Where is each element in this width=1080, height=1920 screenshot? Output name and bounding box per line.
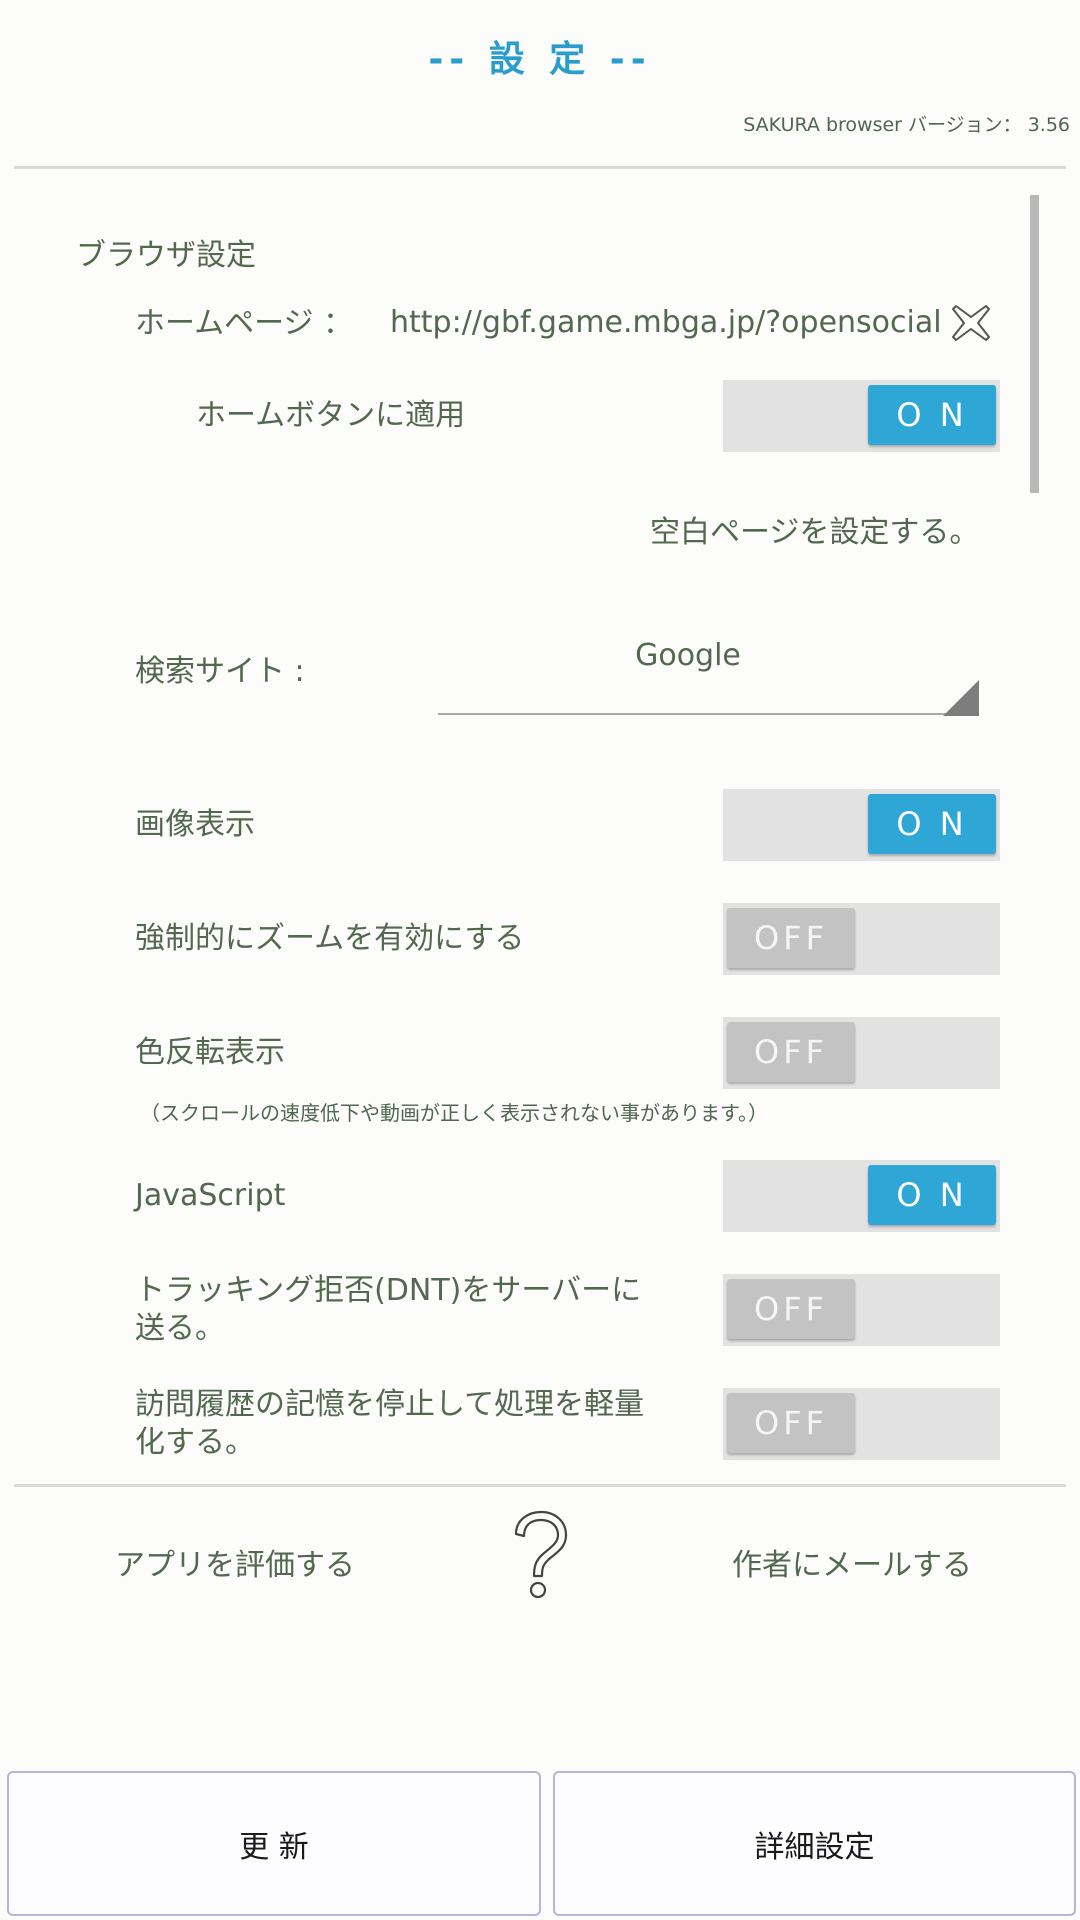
- dnt-toggle[interactable]: OFF: [723, 1274, 1000, 1346]
- force-zoom-toggle[interactable]: OFF: [723, 903, 1000, 975]
- toggle-knob: O N: [868, 385, 996, 445]
- history-toggle[interactable]: OFF: [723, 1388, 1000, 1460]
- search-site-underline: [438, 713, 978, 715]
- bottom-divider: [14, 1484, 1066, 1487]
- javascript-label: JavaScript: [135, 1178, 286, 1213]
- section-title-browser: ブラウザ設定: [76, 238, 256, 273]
- apply-home-toggle[interactable]: O N: [723, 380, 1000, 452]
- toggle-knob: OFF: [727, 908, 855, 968]
- force-zoom-label: 強制的にズームを有効にする: [135, 921, 525, 956]
- dnt-label-line1: トラッキング拒否(DNT)をサーバーに: [135, 1273, 642, 1308]
- toggle-knob: O N: [868, 794, 996, 854]
- history-label-line2: 化する。: [135, 1425, 255, 1460]
- toggle-knob: OFF: [727, 1393, 855, 1453]
- rate-app-link[interactable]: アプリを評価する: [115, 1540, 355, 1584]
- invert-color-note: （スクロールの速度低下や動画が正しく表示されない事があります。）: [140, 1101, 768, 1125]
- history-label-line1: 訪問履歴の記憶を停止して処理を軽量: [135, 1387, 645, 1422]
- blank-page-link[interactable]: 空白ページを設定する。: [650, 507, 979, 551]
- dnt-label-line2: 送る。: [135, 1311, 225, 1346]
- homepage-label: ホームページ ：: [135, 306, 354, 341]
- scrollbar[interactable]: [1030, 195, 1039, 493]
- image-display-toggle[interactable]: O N: [723, 789, 1000, 861]
- question-mark-icon[interactable]: [508, 1510, 572, 1602]
- mail-author-link[interactable]: 作者にメールする: [732, 1540, 972, 1584]
- version-text: SAKURA browser バージョン： 3.56: [743, 114, 1070, 136]
- javascript-toggle[interactable]: O N: [723, 1160, 1000, 1232]
- clear-icon[interactable]: [950, 302, 992, 344]
- invert-color-label: 色反転表示: [135, 1035, 285, 1070]
- image-display-label: 画像表示: [135, 807, 255, 842]
- search-site-select[interactable]: Google: [438, 638, 938, 673]
- toggle-knob: OFF: [727, 1022, 855, 1082]
- top-divider: [14, 166, 1066, 169]
- update-button[interactable]: 更 新: [7, 1771, 541, 1916]
- toggle-knob: OFF: [727, 1279, 855, 1339]
- detail-settings-button[interactable]: 詳細設定: [553, 1771, 1076, 1916]
- dnt-label: トラッキング拒否(DNT)をサーバーに 送る。: [135, 1272, 641, 1348]
- toggle-knob: O N: [868, 1165, 996, 1225]
- history-label: 訪問履歴の記憶を停止して処理を軽量 化する。: [135, 1386, 644, 1462]
- page-title: -- 設 定 --: [428, 39, 652, 80]
- homepage-url-field[interactable]: http://gbf.game.mbga.jp/?opensocial_vi: [390, 305, 940, 340]
- dropdown-arrow-icon[interactable]: [943, 680, 979, 716]
- apply-home-label: ホームボタンに適用: [196, 398, 466, 433]
- search-site-label: 検索サイト :: [135, 654, 305, 689]
- invert-color-toggle[interactable]: OFF: [723, 1017, 1000, 1089]
